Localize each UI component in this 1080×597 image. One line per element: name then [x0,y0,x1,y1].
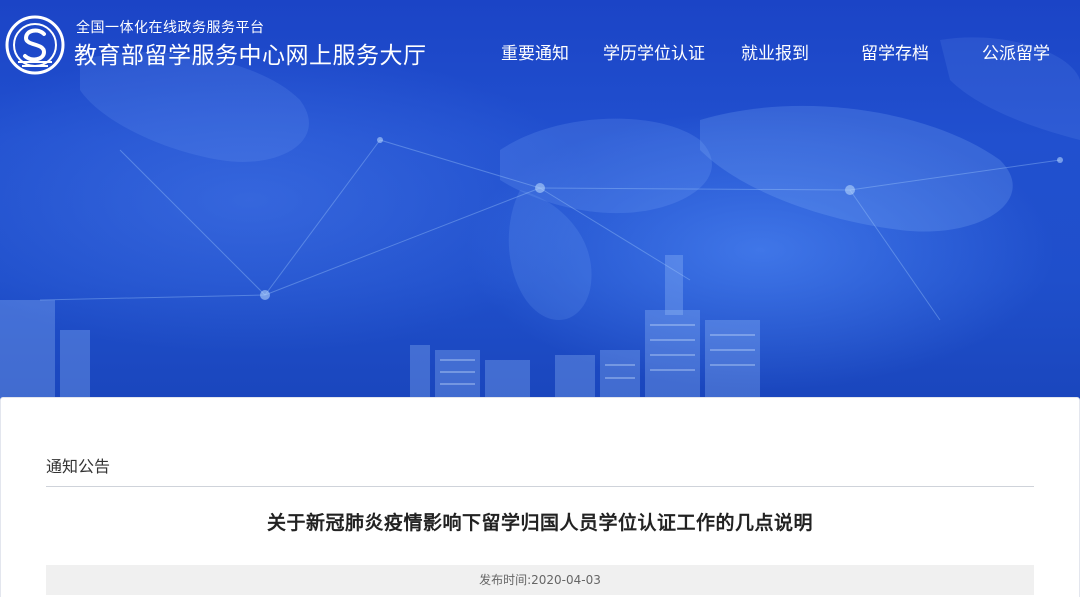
nav-item-study-abroad-archives[interactable]: 留学存档 [861,42,929,66]
page: 全国一体化在线政务服务平台 教育部留学服务中心网上服务大厅 重要通知 学历学位认… [0,0,1080,597]
nav-item-degree-certification[interactable]: 学历学位认证 [603,42,705,66]
nav-item-important-notices[interactable]: 重要通知 [501,42,569,66]
platform-subtitle: 全国一体化在线政务服务平台 [76,20,265,36]
article-title: 关于新冠肺炎疫情影响下留学归国人员学位认证工作的几点说明 [266,512,813,534]
content-card: 通知公告 关于新冠肺炎疫情影响下留学归国人员学位认证工作的几点说明 发布时间:2… [0,397,1080,597]
publish-label: 发布时间: [479,573,532,587]
publish-date: 2020-04-03 [531,573,601,587]
publish-info-bar: 发布时间:2020-04-03 [46,565,1034,595]
hero-banner: 全国一体化在线政务服务平台 教育部留学服务中心网上服务大厅 重要通知 学历学位认… [0,0,1080,400]
nav-item-employment-registration[interactable]: 就业报到 [741,42,809,66]
section-divider [46,486,1034,487]
nav-item-government-sponsored-study[interactable]: 公派留学 [982,42,1050,66]
main-nav: 重要通知 学历学位认证 就业报到 留学存档 公派留学 [0,42,1080,68]
section-label[interactable]: 通知公告 [46,453,110,477]
